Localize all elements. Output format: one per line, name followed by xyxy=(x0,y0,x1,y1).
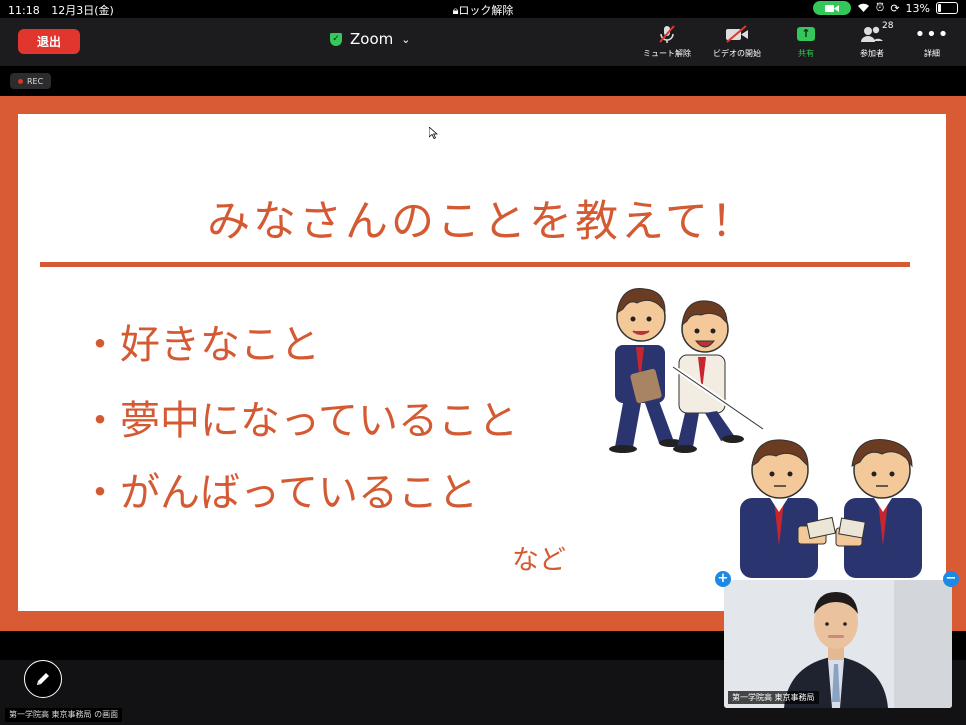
more-dots-icon: ••• xyxy=(914,23,950,45)
annotate-button[interactable] xyxy=(24,660,62,698)
screen-owner-label: 第一学院高 東京事務局 の画面 xyxy=(5,708,123,722)
share-arrow-icon: ↑ xyxy=(797,27,815,41)
battery-percent: 13% xyxy=(905,1,930,15)
participants-icon: 28 xyxy=(842,21,902,44)
share-label: 共有 xyxy=(798,49,814,58)
recording-indicator[interactable]: REC xyxy=(10,73,52,89)
lock-label: ロック解除 xyxy=(458,4,514,17)
status-bar: 11:18 12月3日(金) 🔒︎ロック解除 ⏰︎ ⟳ 13% xyxy=(0,0,966,18)
slide-footer: など xyxy=(512,545,566,576)
add-icon[interactable]: + xyxy=(715,571,731,587)
slide-title: みなさんのことを教えて！ xyxy=(207,197,757,247)
mouse-cursor-icon xyxy=(429,127,438,139)
recording-label: REC xyxy=(27,76,44,86)
presentation-slide: みなさんのことを教えて！ ・好きなこと ・夢中になっていること ・がんばっている… xyxy=(18,114,946,611)
more-label: 詳細 xyxy=(924,49,940,58)
video-thumbnail[interactable]: 第一学院高 東京事務局 xyxy=(724,580,952,708)
participants-count: 28 xyxy=(882,21,894,31)
students-walking-illustration xyxy=(609,288,765,453)
shared-screen: みなさんのことを教えて！ ・好きなこと ・夢中になっていること ・がんばっている… xyxy=(0,96,966,631)
unmute-button[interactable]: ミュート解除 xyxy=(637,24,697,59)
presenter-video xyxy=(724,580,952,708)
start-video-button[interactable]: ビデオの開始 xyxy=(707,24,767,59)
share-button[interactable]: ↑ 共有 xyxy=(776,24,836,59)
meeting-toolbar: 退出 ✓ Zoom ⌄ ミュート解除 ビデオの開始 ↑ 共有 28 参加者 ••… xyxy=(0,18,966,66)
slide-bullet: ・夢中になっていること xyxy=(80,398,518,444)
mic-muted-icon xyxy=(637,24,697,44)
leave-button[interactable]: 退出 xyxy=(18,29,80,54)
rotation-lock-icon: ⟳ xyxy=(890,1,900,15)
battery-icon xyxy=(936,2,958,14)
recording-strip: REC xyxy=(0,66,966,96)
meeting-title[interactable]: ✓ Zoom ⌄ xyxy=(330,30,410,48)
chevron-down-icon: ⌄ xyxy=(401,32,411,46)
participant-name: 第一学院高 東京事務局 xyxy=(728,691,819,704)
slide-bullet: ・好きなこと xyxy=(80,322,320,368)
unmute-label: ミュート解除 xyxy=(643,49,691,58)
slide-bullet: ・がんばっていること xyxy=(80,470,478,516)
students-exchanging-illustration xyxy=(740,439,922,578)
participants-button[interactable]: 28 参加者 xyxy=(842,21,902,59)
camera-in-use-icon xyxy=(812,1,851,15)
app-title: Zoom xyxy=(350,30,394,48)
alarm-icon: ⏰︎ xyxy=(875,1,885,14)
pencil-icon xyxy=(37,673,49,685)
title-divider xyxy=(40,262,910,267)
start-video-label: ビデオの開始 xyxy=(713,49,761,58)
wifi-icon xyxy=(857,2,870,15)
minimize-icon[interactable]: − xyxy=(943,571,959,587)
more-button[interactable]: ••• 詳細 xyxy=(902,24,962,59)
recording-dot-icon xyxy=(18,78,23,84)
security-shield-icon: ✓ xyxy=(330,32,342,46)
participants-label: 参加者 xyxy=(860,49,884,58)
video-off-icon xyxy=(707,24,767,44)
